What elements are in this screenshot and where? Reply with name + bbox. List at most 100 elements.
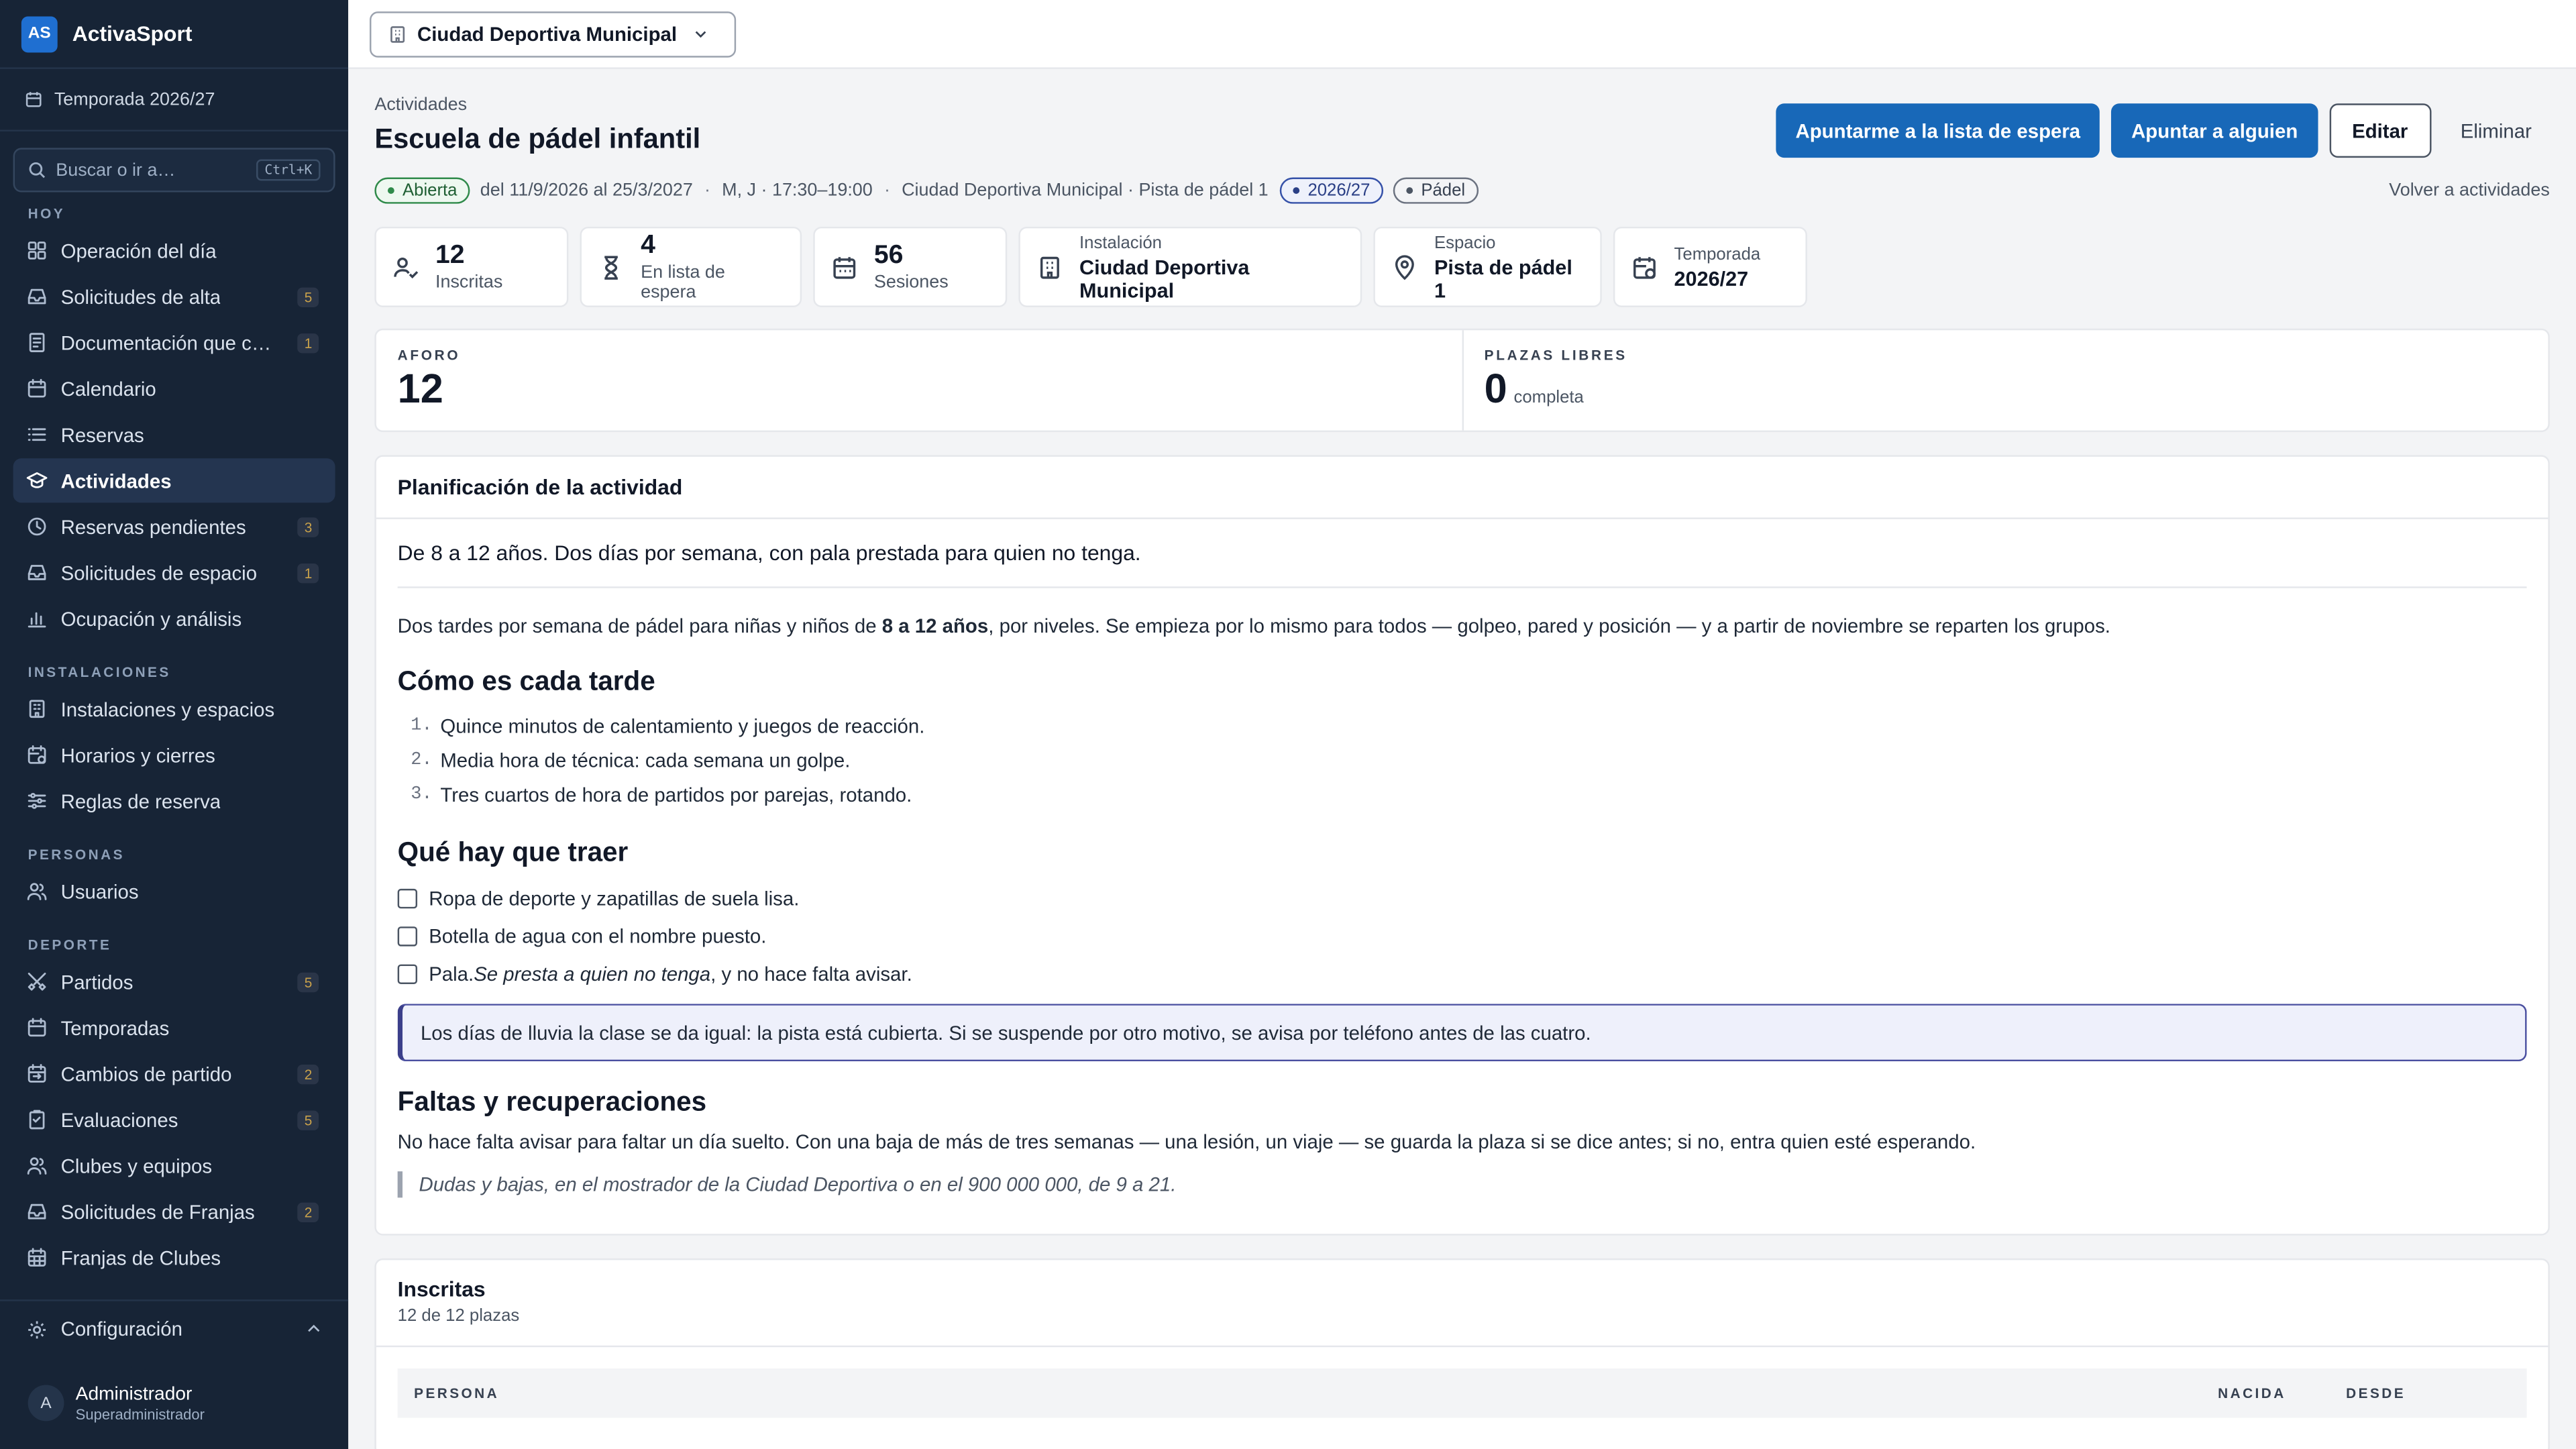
planning-summary: De 8 a 12 años. Dos días por semana, con… <box>397 541 2527 588</box>
checkbox[interactable] <box>397 963 418 983</box>
back-to-activities-link[interactable]: Volver a actividades <box>2389 180 2550 200</box>
graduation-cap-icon <box>26 470 48 491</box>
checkbox[interactable] <box>397 926 418 946</box>
search-shortcut: Ctrl+K <box>256 159 321 181</box>
brand[interactable]: AS ActivaSport <box>0 0 349 69</box>
season-selector[interactable]: Temporada 2026/27 <box>0 69 349 131</box>
free-places-status: completa <box>1513 387 1584 408</box>
sidebar-item-label: Documentación que ca… <box>60 331 278 354</box>
checklist-item[interactable]: Ropa de deporte y zapatillas de suela li… <box>397 879 2527 916</box>
list-item: 3. Tres cuartos de hora de partidos por p… <box>411 782 912 806</box>
sidebar-section-label: DEPORTE <box>28 936 112 953</box>
enrolled-title: Inscritas <box>397 1276 486 1301</box>
document-icon <box>26 332 48 354</box>
sidebar-item-evaluaciones[interactable]: Evaluaciones 5 <box>13 1097 335 1142</box>
info-season: Temporada 2026/27 <box>1613 226 1807 307</box>
page-title: Escuela de pádel infantil <box>374 122 701 154</box>
column-header-person[interactable]: PERSONA <box>414 1385 499 1401</box>
sidebar-item-reglas-de-reserva[interactable]: Reglas de reserva <box>13 779 335 823</box>
sidebar-item-label: Cambios de partido <box>60 1062 232 1085</box>
sidebar-item-label: Franjas de Clubes <box>60 1246 221 1269</box>
sport-badge[interactable]: Pádel <box>1393 177 1479 204</box>
sidebar-item-label: Reservas <box>60 423 144 446</box>
sidebar-item-ocupacion-y-analisis[interactable]: Ocupación y análisis <box>13 596 335 641</box>
user-menu[interactable]: A Administrador Superadministrador <box>0 1357 348 1449</box>
sidebar-footer: Configuración A Administrador Superadmin… <box>0 1299 349 1449</box>
clipboard-icon <box>26 1109 48 1130</box>
swords-icon <box>26 971 48 992</box>
building-icon <box>390 25 405 42</box>
sidebar-item-reservas-pendientes[interactable]: Reservas pendientes 3 <box>13 504 335 549</box>
sidebar-item-label: Usuarios <box>60 879 139 903</box>
users-icon <box>26 881 48 902</box>
stat-waitlist: 4 En lista de espera <box>580 226 802 307</box>
sidebar-section-label: PERSONAS <box>28 846 125 863</box>
sidebar-item-operacion-del-dia[interactable]: Operación del día <box>13 228 335 272</box>
calendar-clock-icon <box>1631 254 1658 280</box>
sidebar-item-partidos[interactable]: Partidos 5 <box>13 959 335 1004</box>
sidebar-item-label: Actividades <box>60 469 172 492</box>
sidebar-item-temporadas[interactable]: Temporadas <box>13 1006 335 1050</box>
sidebar-item-actividades[interactable]: Actividades <box>13 458 335 503</box>
sidebar-item-clubes-y-equipos[interactable]: Clubes y equipos <box>13 1144 335 1188</box>
sidebar-item-label: Temporadas <box>60 1016 170 1039</box>
edit-button[interactable]: Editar <box>2328 103 2431 158</box>
user-role: Superadministrador <box>75 1405 205 1422</box>
topbar: Ciudad Deportiva Municipal <box>348 0 2576 69</box>
enrolled-subtitle: 12 de 12 plazas <box>397 1305 520 1326</box>
capacity-cell: AFORO 12 <box>376 330 1462 430</box>
bring-checklist: Ropa de deporte y zapatillas de suela li… <box>397 879 2527 992</box>
contact-quote: Dudas y bajas, en el mostrador de la Ciu… <box>397 1171 2527 1198</box>
stat-sessions: 56 Sesiones <box>813 226 1008 307</box>
calendar-grid-icon <box>26 1247 48 1269</box>
count-badge: 5 <box>297 1110 319 1130</box>
sidebar-item-solicitudes-de-alta[interactable]: Solicitudes de alta 5 <box>13 274 335 319</box>
waitlist-button[interactable]: Apuntarme a la lista de espera <box>1776 103 2100 158</box>
search-placeholder: Buscar o ir a… <box>56 160 176 180</box>
calendar-icon <box>831 254 857 280</box>
checklist-item[interactable]: Botella de agua con el nombre puesto. <box>397 917 2527 955</box>
column-header-since[interactable]: DESDE <box>2346 1385 2510 1401</box>
users-icon <box>26 1155 48 1177</box>
sidebar-item-solicitudes-de-franjas[interactable]: Solicitudes de Franjas 2 <box>13 1189 335 1234</box>
sidebar-item-horarios-y-cierres[interactable]: Horarios y cierres <box>13 733 335 777</box>
facility-select[interactable]: Ciudad Deportiva Municipal <box>370 10 737 57</box>
sidebar-item-franjas-de-clubes[interactable]: Franjas de Clubes <box>13 1236 335 1280</box>
sidebar-section-label: HOY <box>28 205 66 222</box>
season-badge[interactable]: 2026/27 <box>1279 177 1384 204</box>
config-menu[interactable]: Configuración <box>0 1301 348 1357</box>
sidebar-item-calendario[interactable]: Calendario <box>13 366 335 411</box>
checkbox[interactable] <box>397 888 418 908</box>
sidebar-item-usuarios[interactable]: Usuarios <box>13 869 335 914</box>
heading-bring: Qué hay que traer <box>397 837 629 868</box>
checklist-item[interactable]: Pala. Se presta a quien no tenga, y no h… <box>397 955 2527 992</box>
sidebar-item-instalaciones-y-espacios[interactable]: Instalaciones y espacios <box>13 687 335 731</box>
enrolled-table-header: PERSONA NACIDA DESDE <box>397 1368 2527 1418</box>
gear-icon <box>28 1320 46 1338</box>
sidebar-item-reservas[interactable]: Reservas <box>13 413 335 457</box>
count-badge: 2 <box>297 1201 319 1222</box>
delete-button[interactable]: Eliminar <box>2443 103 2550 158</box>
info-facility: Instalación Ciudad Deportiva Municipal <box>1018 226 1362 307</box>
sidebar-item-documentacion-que-ca[interactable]: Documentación que ca… 1 <box>13 321 335 365</box>
free-places-cell: PLAZAS LIBRES 0 completa <box>1461 330 2548 431</box>
free-places-value: 0 <box>1484 366 1507 413</box>
sidebar-item-cambios-de-partido[interactable]: Cambios de partido 2 <box>13 1051 335 1095</box>
calendar-icon <box>25 92 42 107</box>
calendar-swap-icon <box>26 1063 48 1085</box>
capacity-value: 12 <box>397 366 443 413</box>
sidebar-item-label: Instalaciones y espacios <box>60 697 275 720</box>
stat-enrolled: 12 Inscritas <box>374 226 569 307</box>
page-actions: Apuntarme a la lista de espera Apuntar a… <box>1776 103 2550 158</box>
column-header-born[interactable]: NACIDA <box>2218 1385 2346 1401</box>
location: Ciudad Deportiva Municipal · Pista de pá… <box>902 180 1269 201</box>
enroll-button[interactable]: Apuntar a alguien <box>2111 103 2318 158</box>
schedule: M, J · 17:30–19:00 <box>722 180 873 201</box>
calendar-icon <box>26 378 48 399</box>
sidebar-nav: HOY Operación del día Solicitudes de alta 5… <box>0 205 348 1280</box>
count-badge: 1 <box>297 332 319 353</box>
count-badge: 5 <box>297 286 319 307</box>
search-box[interactable]: Buscar o ir a… Ctrl+K <box>13 148 335 193</box>
sidebar-item-label: Reglas de reserva <box>60 789 221 813</box>
sidebar-item-solicitudes-de-espacio[interactable]: Solicitudes de espacio 1 <box>13 550 335 594</box>
